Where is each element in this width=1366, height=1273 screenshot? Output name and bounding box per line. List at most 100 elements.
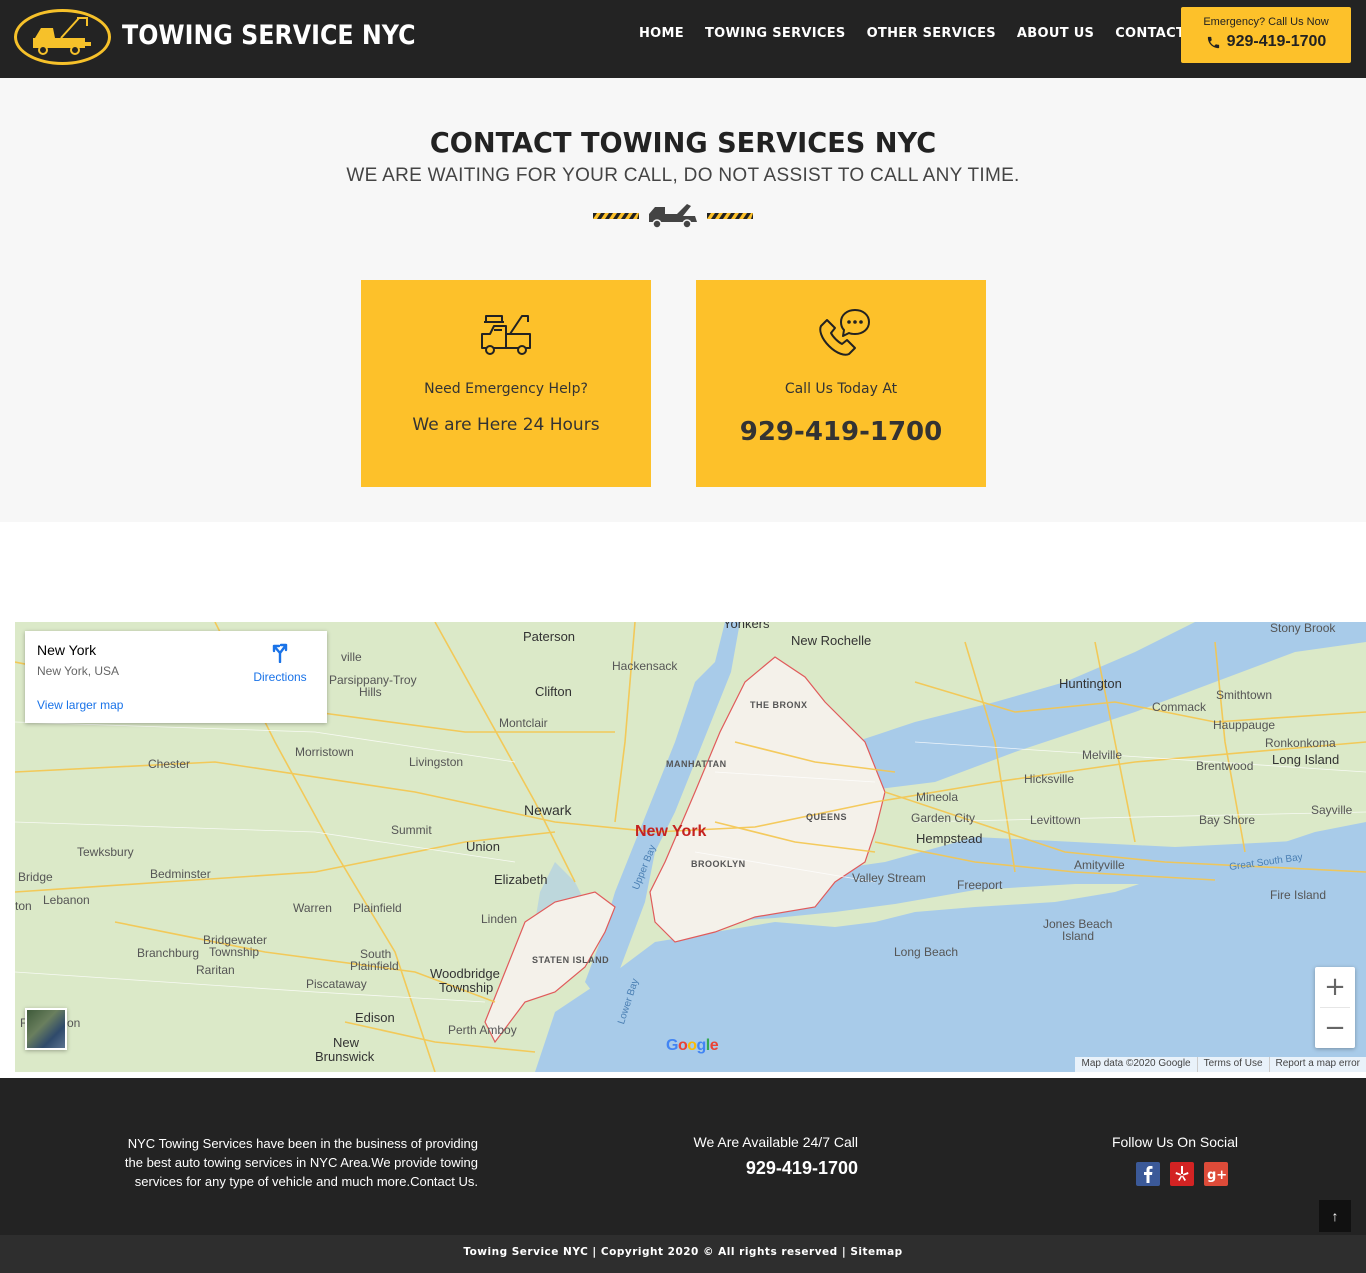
card-phone-number[interactable]: 929-419-1700	[696, 417, 986, 447]
map-label: Smithtown	[1216, 688, 1273, 702]
map-label: Hackensack	[612, 659, 678, 673]
map-label: Plainfield	[353, 901, 402, 915]
map-label: Township	[209, 945, 260, 959]
call-us-card: Call Us Today At 929-419-1700	[696, 280, 986, 487]
map-label: Hauppauge	[1213, 718, 1276, 732]
place-info-card: New York New York, USA View larger map D…	[25, 631, 327, 723]
report-map-error-link[interactable]: Report a map error	[1268, 1057, 1366, 1072]
site-header: TOWING SERVICE NYC HOME TOWING SERVICES …	[0, 0, 1366, 78]
svg-text:g+: g+	[1207, 1168, 1227, 1183]
map-label: Piscataway	[306, 977, 367, 991]
view-larger-map-link[interactable]: View larger map	[37, 698, 123, 712]
directions-icon	[272, 643, 288, 664]
map-label: Melville	[1082, 748, 1123, 762]
google-logo: Google	[666, 1037, 719, 1054]
place-title: New York	[37, 642, 97, 658]
contact-section: CONTACT TOWING SERVICES NYC WE ARE WAITI…	[0, 78, 1366, 522]
yelp-glyph	[1175, 1166, 1189, 1181]
map-label: ville	[341, 650, 362, 664]
map-label: Tewksbury	[77, 845, 134, 859]
map-label: Hempstead	[916, 831, 983, 846]
map-label: Elizabeth	[494, 872, 548, 887]
map-label: Garden City	[911, 811, 976, 825]
zoom-out-button[interactable]: −	[1315, 1008, 1355, 1048]
copyright-bar: Towing Service NYC | Copyright 2020 © Al…	[0, 1235, 1366, 1273]
back-to-top-button[interactable]: ↑	[1319, 1200, 1351, 1232]
emergency-label: Emergency? Call Us Now	[1203, 16, 1329, 28]
map-label: Bay Shore	[1199, 813, 1256, 827]
card-value: We are Here 24 Hours	[412, 415, 600, 435]
emergency-call-button[interactable]: Emergency? Call Us Now 929-419-1700	[1181, 7, 1351, 63]
zoom-in-button[interactable]: +	[1315, 967, 1355, 1007]
map-label: Morristown	[295, 745, 354, 759]
map-label: Warren	[293, 901, 332, 915]
map-label: Long Beach	[894, 945, 959, 959]
map-label: BROOKLYN	[691, 859, 746, 869]
zoom-controls: + −	[1315, 967, 1355, 1048]
map-label: New Rochelle	[791, 633, 872, 648]
map-label: QUEENS	[806, 812, 848, 822]
map-label: New	[333, 1035, 360, 1050]
footer-about-text: NYC Towing Services have been in the bus…	[124, 1136, 478, 1189]
page-subtitle: WE ARE WAITING FOR YOUR CALL, DO NOT ASS…	[346, 165, 1020, 186]
card-label: Need Emergency Help?	[424, 381, 588, 397]
map-label: Brunswick	[315, 1049, 375, 1064]
copyright-text: Towing Service NYC | Copyright 2020 © Al…	[463, 1246, 902, 1258]
map-label: Levittown	[1030, 813, 1081, 827]
nav-other-services[interactable]: OTHER SERVICES	[867, 26, 996, 41]
nav-about-us[interactable]: ABOUT US	[1017, 26, 1094, 41]
map-label: Yonkers	[723, 622, 770, 631]
footer-phone[interactable]: 929-419-1700	[660, 1158, 858, 1179]
logo-text[interactable]: TOWING SERVICE NYC	[122, 20, 416, 51]
map-label: Hicksville	[1024, 772, 1075, 786]
map-label: Branchburg	[137, 946, 200, 960]
map-label: Stony Brook	[1270, 622, 1336, 635]
google-plus-icon[interactable]: g+	[1204, 1162, 1228, 1186]
main-nav: HOME TOWING SERVICES OTHER SERVICES ABOU…	[639, 26, 1231, 41]
map-label: THE BRONX	[750, 700, 808, 710]
map-label: Freeport	[957, 878, 1003, 892]
phone-icon	[1207, 36, 1219, 48]
yelp-icon[interactable]	[1170, 1162, 1194, 1186]
map-label: Edison	[355, 1010, 395, 1025]
map-data-credit: Map data ©2020 Google	[1081, 1058, 1191, 1069]
phone-chat-icon	[819, 309, 870, 356]
map-label: Township	[439, 980, 494, 995]
tow-truck-logo-icon	[33, 17, 91, 55]
map-label: Commack	[1152, 700, 1207, 714]
map-label: MANHATTAN	[666, 759, 727, 769]
map-label: Amityville	[1074, 858, 1125, 872]
map-label: Mineola	[916, 790, 959, 804]
map-label: Clifton	[535, 684, 572, 699]
map-label-new-york: New York	[635, 823, 707, 840]
satellite-toggle[interactable]	[25, 1008, 67, 1050]
footer-available-text: We Are Available 24/7 Call	[693, 1134, 858, 1150]
google-map[interactable]: Yonkers New Rochelle Paterson Hackensack…	[15, 622, 1366, 1072]
facebook-icon[interactable]	[1136, 1162, 1160, 1186]
map-label: Paterson	[523, 629, 576, 644]
emergency-phone: 929-419-1700	[1181, 33, 1351, 51]
map-label: Woodbridge	[430, 966, 500, 981]
map-label: Union	[466, 839, 500, 854]
map-label: Sayville	[1311, 803, 1353, 817]
map-label: Fire Island	[1270, 888, 1327, 902]
sitemap-link[interactable]: Sitemap	[850, 1246, 902, 1258]
copyright-label: Towing Service NYC | Copyright 2020 © Al…	[463, 1246, 851, 1258]
footer-social-title: Follow Us On Social	[1111, 1134, 1238, 1150]
logo[interactable]	[14, 9, 111, 65]
map-label: STATEN ISLAND	[532, 955, 610, 965]
tow-truck-divider-icon	[593, 204, 753, 229]
emergency-phone-number: 929-419-1700	[1226, 33, 1327, 50]
card-label: Call Us Today At	[784, 381, 898, 397]
terms-of-use-link[interactable]: Terms of Use	[1196, 1057, 1269, 1072]
nav-home[interactable]: HOME	[639, 26, 684, 41]
directions-button[interactable]: Directions	[247, 641, 313, 684]
place-subtitle: New York, USA	[37, 664, 120, 678]
map-label: Newark	[524, 802, 572, 818]
map-label: Island	[1062, 929, 1095, 943]
map-label: Long Island	[1272, 752, 1340, 767]
facebook-glyph	[1144, 1166, 1153, 1183]
map-label: Perth Amboy	[448, 1023, 517, 1037]
nav-towing-services[interactable]: TOWING SERVICES	[705, 26, 846, 41]
map-label: ton	[15, 899, 32, 913]
